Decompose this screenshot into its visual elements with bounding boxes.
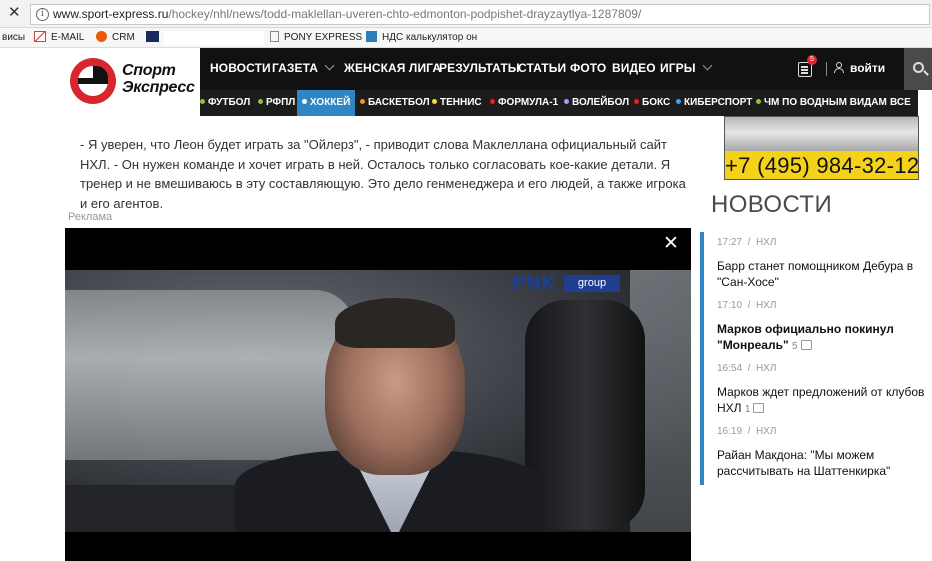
gmail-icon: [34, 31, 46, 42]
address-bar-row: ✕ i www.sport-express.ru/hockey/nhl/news…: [0, 0, 932, 28]
news-headline[interactable]: Марков официально покинул "Монреаль" 5: [717, 321, 932, 355]
ad-label: Реклама: [68, 211, 113, 223]
bookmarks-bar: висы E-MAIL CRM PONY EXPRESS НДС калькул…: [0, 28, 932, 48]
bookmark-crm[interactable]: CRM: [96, 31, 135, 45]
crm-icon: [96, 31, 107, 42]
nav-photo[interactable]: ФОТО: [570, 61, 606, 75]
news-headline[interactable]: Барр станет помощником Дебура в "Сан-Хос…: [717, 258, 932, 290]
divider: [826, 62, 827, 76]
sport-formula1[interactable]: ФОРМУЛА-1: [490, 97, 558, 108]
site-header: Спорт Экспресс НОВОСТИ ГАЗЕТА ЖЕНСКАЯ ЛИ…: [0, 48, 932, 116]
news-heading: НОВОСТИ: [711, 191, 833, 218]
article-paragraph: - Я уверен, что Леон будет играть за "Ой…: [80, 137, 686, 211]
sports-nav: ФУТБОЛ РФПЛ ХОККЕЙ БАСКЕТБОЛ ТЕННИС ФОРМ…: [200, 90, 918, 116]
sport-basketball[interactable]: БАСКЕТБОЛ: [360, 97, 430, 108]
news-item[interactable]: 16:54 / НХЛ Марков ждет предложений от к…: [717, 363, 932, 418]
sport-volleyball[interactable]: ВОЛЕЙБОЛ: [564, 97, 629, 108]
user-icon: [834, 62, 844, 73]
news-meta: 16:54 / НХЛ: [717, 363, 777, 374]
sport-all[interactable]: ВСЕ: [890, 97, 911, 108]
comment-count[interactable]: 5: [792, 340, 812, 352]
nav-newspaper[interactable]: ГАЗЕТА: [272, 60, 335, 75]
sport-aquatics[interactable]: ЧМ ПО ВОДНЫМ ВИДАМ: [756, 97, 887, 108]
close-icon[interactable]: ✕: [661, 234, 681, 254]
main-nav: НОВОСТИ ГАЗЕТА ЖЕНСКАЯ ЛИГА РЕЗУЛЬТАТЫ С…: [200, 48, 904, 90]
notification-badge: 5: [807, 55, 817, 65]
comment-icon: [753, 403, 765, 413]
sport-boxing[interactable]: БОКС: [634, 97, 670, 108]
news-meta: 17:27 / НХЛ: [717, 237, 777, 248]
search-button[interactable]: [904, 48, 932, 90]
bookmark-pony-express[interactable]: PONY EXPRESS: [270, 31, 362, 45]
nav-results[interactable]: РЕЗУЛЬТАТЫ: [439, 61, 520, 75]
pnk-group-logo: PNK group: [512, 272, 620, 294]
phone-ad-banner[interactable]: +7 (495) 984-32-12: [724, 116, 919, 180]
nav-video[interactable]: ВИДЕО: [612, 61, 656, 75]
login-link[interactable]: войти: [834, 61, 885, 75]
bookmark-hidden: [164, 31, 264, 45]
chevron-down-icon: [702, 60, 713, 71]
logo-text: Спорт Экспресс: [122, 62, 195, 96]
phone-number: +7 (495) 984-32-12: [725, 153, 920, 178]
url-field[interactable]: i www.sport-express.ru/hockey/nhl/news/t…: [30, 4, 930, 25]
bookmark-icon: [366, 31, 377, 42]
browser-window: ✕ i www.sport-express.ru/hockey/nhl/news…: [0, 0, 932, 561]
info-icon[interactable]: i: [36, 8, 49, 21]
news-list: 17:27 / НХЛ Барр станет помощником Дебур…: [700, 232, 932, 485]
news-item[interactable]: 16:19 / НХЛ Райан Макдона: "Мы можем рас…: [717, 426, 932, 479]
sport-cybersport[interactable]: КИБЕРСПОРТ: [676, 97, 752, 108]
comment-count[interactable]: 1: [745, 403, 765, 415]
close-tab-icon[interactable]: ✕: [8, 4, 24, 22]
bookmark-blank[interactable]: [146, 31, 164, 45]
news-headline[interactable]: Райан Макдона: "Мы можем рассчитывать на…: [717, 447, 932, 479]
comment-icon: [800, 340, 812, 350]
nav-games[interactable]: ИГРЫ: [660, 60, 713, 75]
page-icon: [270, 31, 279, 42]
video-ad-player[interactable]: ✕ PNK group: [65, 228, 691, 561]
news-headline[interactable]: Марков ждет предложений от клубов НХЛ 1: [717, 384, 932, 418]
sport-tennis[interactable]: ТЕННИС: [432, 97, 482, 108]
notifications-icon[interactable]: 5: [798, 55, 817, 77]
bookmark-nds[interactable]: НДС калькулятор он: [366, 31, 477, 45]
sport-rfpl[interactable]: РФПЛ: [258, 97, 295, 108]
chevron-down-icon: [324, 60, 335, 71]
bookmark-icon: [146, 31, 159, 42]
news-item[interactable]: 17:10 / НХЛ Марков официально покинул "М…: [717, 300, 932, 355]
nav-news[interactable]: НОВОСТИ: [210, 61, 271, 75]
nav-articles[interactable]: СТАТЬИ: [518, 61, 566, 75]
bookmark-email[interactable]: E-MAIL: [34, 31, 84, 45]
news-meta: 17:10 / НХЛ: [717, 300, 777, 311]
video-frame[interactable]: PNK group: [65, 270, 691, 532]
sport-football[interactable]: ФУТБОЛ: [200, 97, 250, 108]
site-logo[interactable]: Спорт Экспресс: [70, 58, 195, 104]
bookmark-services[interactable]: висы: [2, 31, 25, 45]
news-meta: 16:19 / НХЛ: [717, 426, 777, 437]
sport-hockey[interactable]: ХОККЕЙ: [302, 97, 350, 108]
nav-women-league[interactable]: ЖЕНСКАЯ ЛИГА: [344, 61, 441, 75]
news-item[interactable]: 17:27 / НХЛ Барр станет помощником Дебур…: [717, 237, 932, 290]
url-text: www.sport-express.ru/hockey/nhl/news/tod…: [53, 7, 642, 21]
logo-icon: [70, 58, 116, 104]
